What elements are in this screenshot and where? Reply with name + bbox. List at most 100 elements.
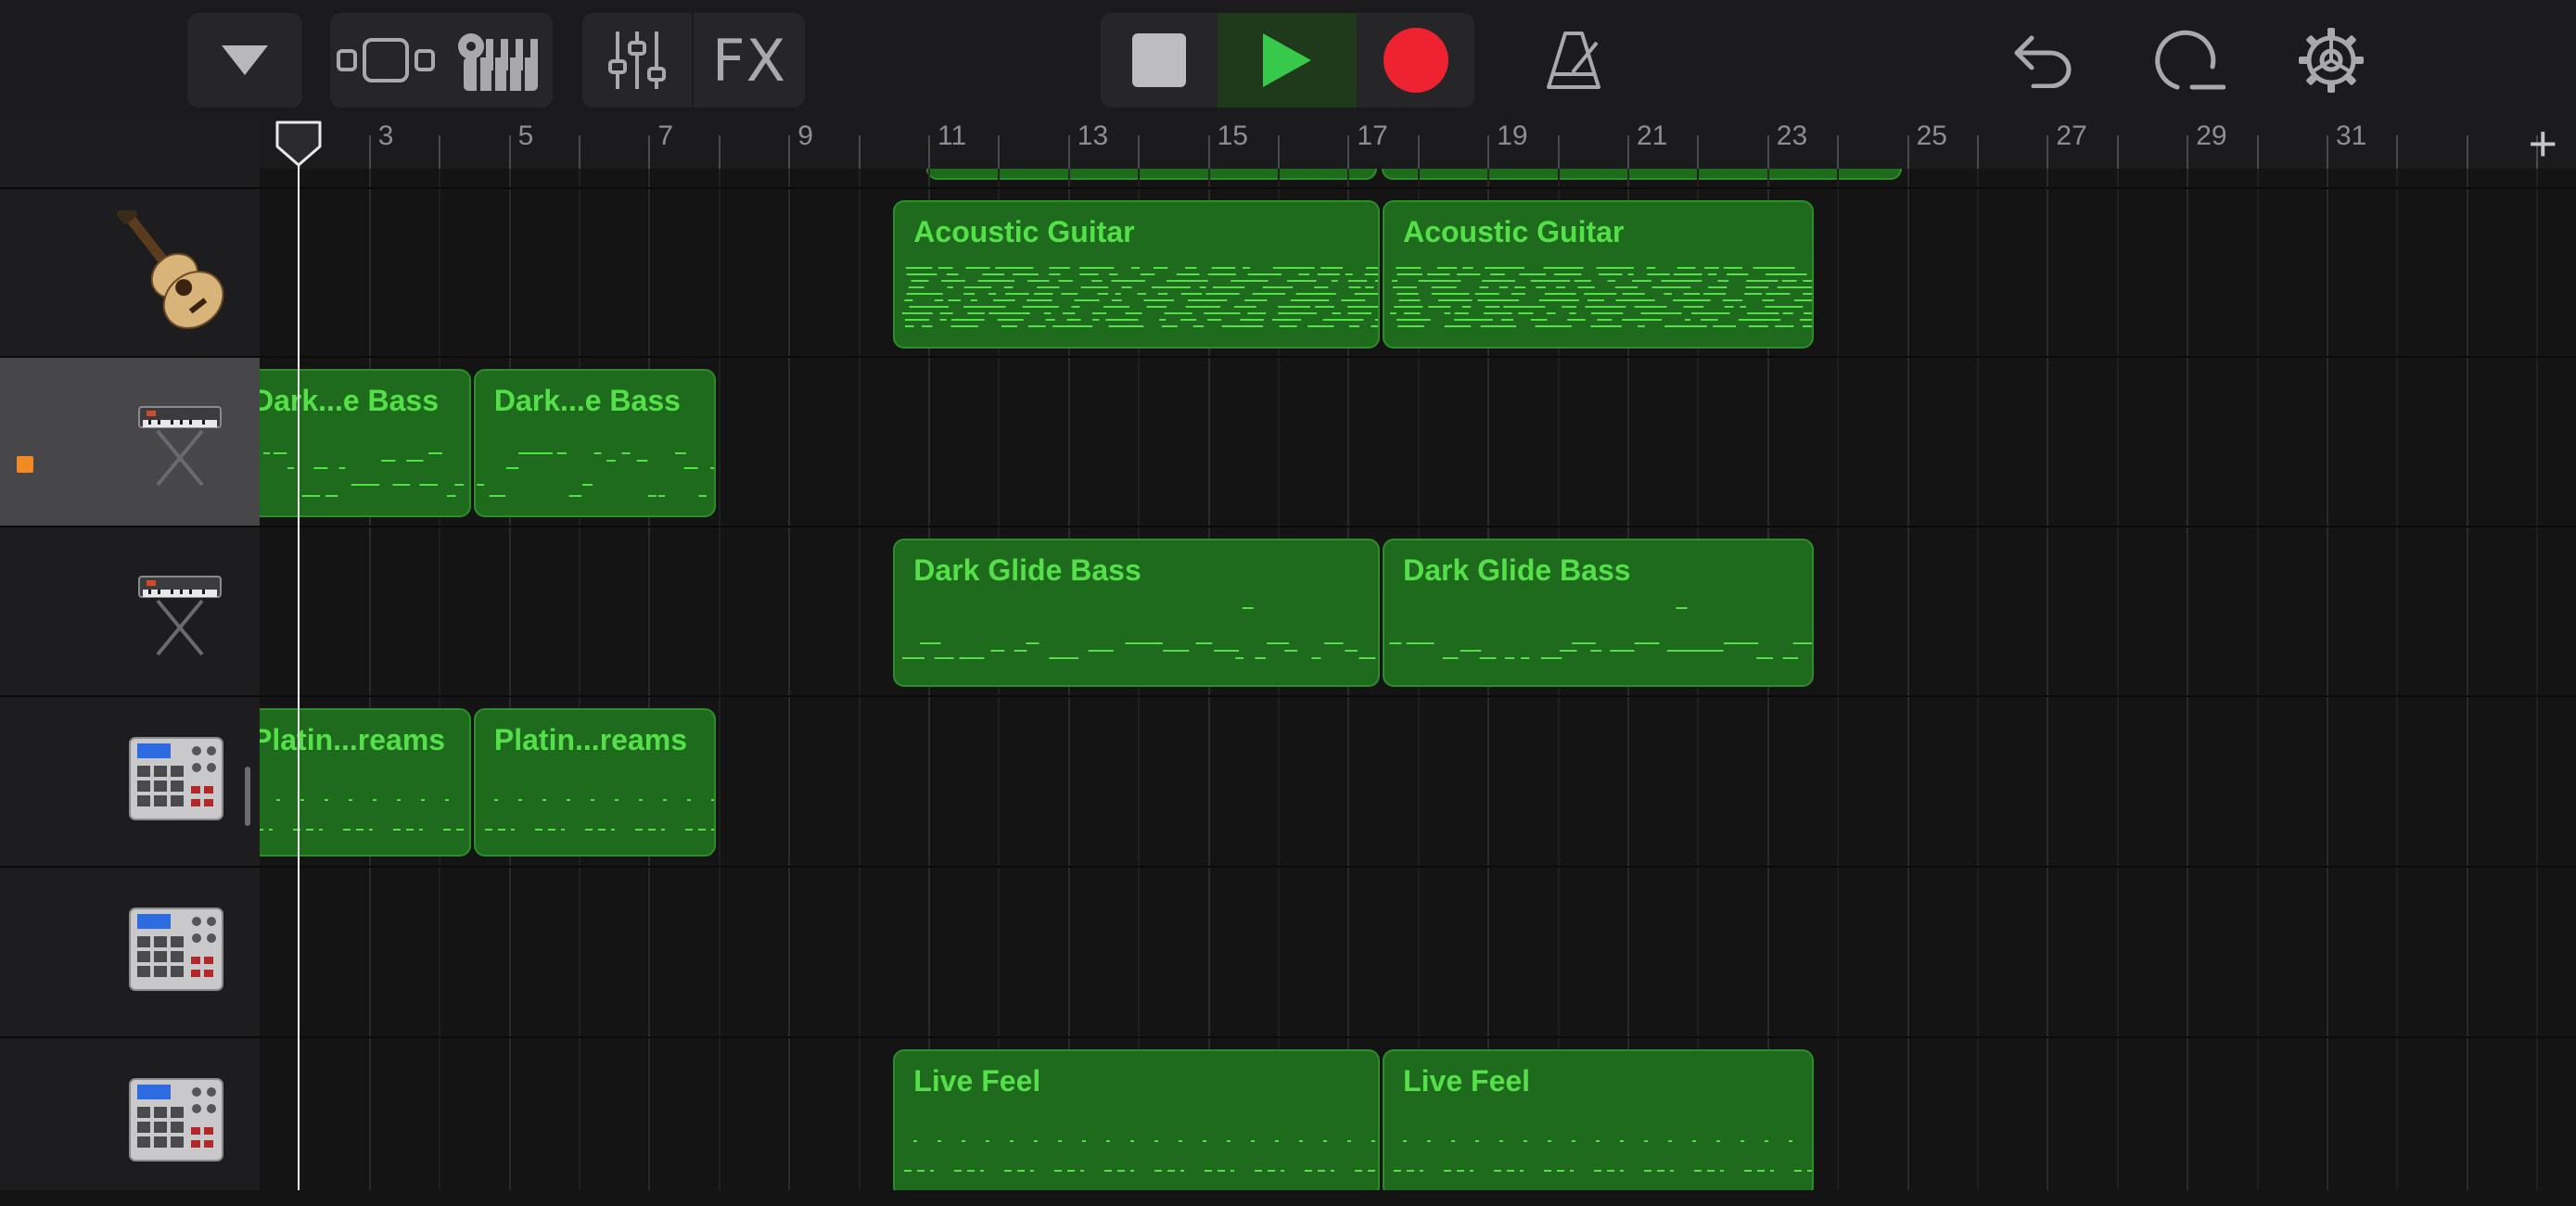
mixer-button[interactable] [582, 13, 692, 108]
ruler-bar-number: 9 [797, 121, 813, 152]
settings-button[interactable] [2292, 13, 2370, 108]
region-clipped[interactable] [926, 169, 1377, 180]
region[interactable]: Acoustic Guitar [893, 200, 1380, 349]
track-header[interactable] [0, 695, 260, 865]
record-enable-indicator [17, 456, 33, 473]
region[interactable]: Dark Glide Bass [1383, 539, 1813, 687]
region[interactable]: Dark...e Bass [260, 369, 471, 517]
browser-button[interactable] [187, 13, 302, 108]
ruler-tick [369, 135, 371, 169]
ruler-tick [1068, 135, 1070, 169]
ruler-tick [1558, 135, 1560, 169]
stop-button[interactable] [1101, 13, 1218, 108]
fx-button[interactable]: FX [694, 13, 805, 108]
ruler-tick [1347, 135, 1349, 169]
region-title: Platin...reams [260, 723, 445, 757]
ruler-bar-number: 11 [937, 121, 966, 152]
ruler-tick [2047, 135, 2048, 169]
ruler-bar-number: 21 [1637, 121, 1667, 152]
ruler-bar-number: 23 [1777, 121, 1807, 152]
region-title: Dark Glide Bass [1403, 553, 1630, 588]
region-title: Platin...reams [494, 723, 687, 757]
tracks-view-button[interactable] [330, 13, 441, 108]
undo-button[interactable] [2005, 13, 2083, 108]
loop-icon [2151, 28, 2225, 93]
ruler-tick [1208, 135, 1210, 169]
play-icon [1261, 32, 1313, 89]
region-title: Live Feel [1403, 1064, 1530, 1098]
ruler-tick [1767, 135, 1769, 169]
track-headers [0, 121, 260, 1190]
drum-machine-icon [126, 734, 226, 828]
track-lane[interactable] [260, 866, 2576, 1035]
tracks-area: Acoustic Guitar Acoustic Guitar Dark...e B… [260, 169, 2576, 1190]
region-title: Dark Glide Bass [913, 553, 1141, 588]
region[interactable]: Platin...reams [260, 708, 471, 857]
play-button[interactable] [1218, 13, 1357, 108]
loop-button[interactable] [2149, 13, 2227, 108]
ruler-bar-number: 25 [1917, 121, 1947, 152]
ruler-tick [2396, 135, 2398, 169]
region-title: Dark...e Bass [494, 384, 681, 418]
triangle-down-icon [220, 44, 270, 77]
add-track-button[interactable]: + [2528, 115, 2557, 172]
playhead-handle[interactable] [274, 121, 323, 167]
ruler-tick [1837, 135, 1839, 169]
record-icon [1383, 27, 1449, 94]
ruler-bar-number: 17 [1357, 121, 1387, 152]
region-title: Dark...e Bass [260, 384, 439, 418]
undo-icon [2013, 32, 2074, 88]
ruler-tick [1977, 135, 1979, 169]
ruler-bar-number: 19 [1497, 121, 1527, 152]
track-header[interactable] [0, 526, 260, 695]
region-title: Acoustic Guitar [1403, 215, 1624, 249]
region-title: Acoustic Guitar [913, 215, 1134, 249]
ruler-tick [1627, 135, 1629, 169]
fx-label: FX [712, 27, 786, 95]
record-button[interactable] [1357, 13, 1474, 108]
ruler-tick [579, 135, 580, 169]
stop-icon [1132, 33, 1186, 87]
synth-keyboard-icon [134, 388, 226, 495]
region-clipped[interactable] [1382, 169, 1901, 180]
drum-machine-icon [126, 905, 226, 998]
ruler-tick [928, 135, 930, 169]
ruler-tick [2467, 135, 2468, 169]
region-title: Live Feel [913, 1064, 1040, 1098]
ruler-tick [719, 135, 721, 169]
gear-icon [2297, 26, 2366, 95]
track-header[interactable] [0, 1036, 260, 1206]
synth-keyboard-icon [134, 558, 226, 665]
metronome-button[interactable] [1535, 13, 1613, 108]
toolbar: FX [0, 0, 2576, 121]
region[interactable]: Acoustic Guitar [1383, 200, 1813, 349]
ruler-bar-number: 29 [2196, 121, 2226, 152]
timeline-ruler[interactable]: 35791113151719212325272931 + [260, 121, 2576, 169]
ruler-tick [1907, 135, 1909, 169]
ruler-tick [2117, 135, 2119, 169]
region[interactable]: Platin...reams [474, 708, 716, 857]
instrument-button[interactable] [441, 13, 553, 108]
ruler-bar-number: 15 [1218, 121, 1248, 152]
track-header[interactable] [0, 866, 260, 1035]
ruler-tick [1278, 135, 1280, 169]
ruler-bar-number: 31 [2336, 121, 2366, 152]
scroll-indicator[interactable] [245, 767, 250, 826]
ruler-tick [2187, 135, 2188, 169]
drum-machine-icon [126, 1075, 226, 1169]
region[interactable]: Dark...e Bass [474, 369, 716, 517]
track-header[interactable] [0, 187, 260, 357]
region[interactable]: Live Feel [1383, 1049, 1813, 1190]
tracks-view-icon [337, 37, 435, 83]
ruler-tick [509, 135, 511, 169]
region[interactable]: Live Feel [893, 1049, 1380, 1190]
track-header[interactable] [0, 356, 260, 526]
ruler-bar-number: 5 [518, 121, 534, 152]
ruler-bar-number: 27 [2056, 121, 2086, 152]
ruler-tick [1487, 135, 1489, 169]
ruler-tick [2327, 135, 2328, 169]
ruler-bar-number: 7 [657, 121, 673, 152]
ruler-tick [788, 135, 790, 169]
keyboard-icon [453, 28, 542, 93]
region[interactable]: Dark Glide Bass [893, 539, 1380, 687]
